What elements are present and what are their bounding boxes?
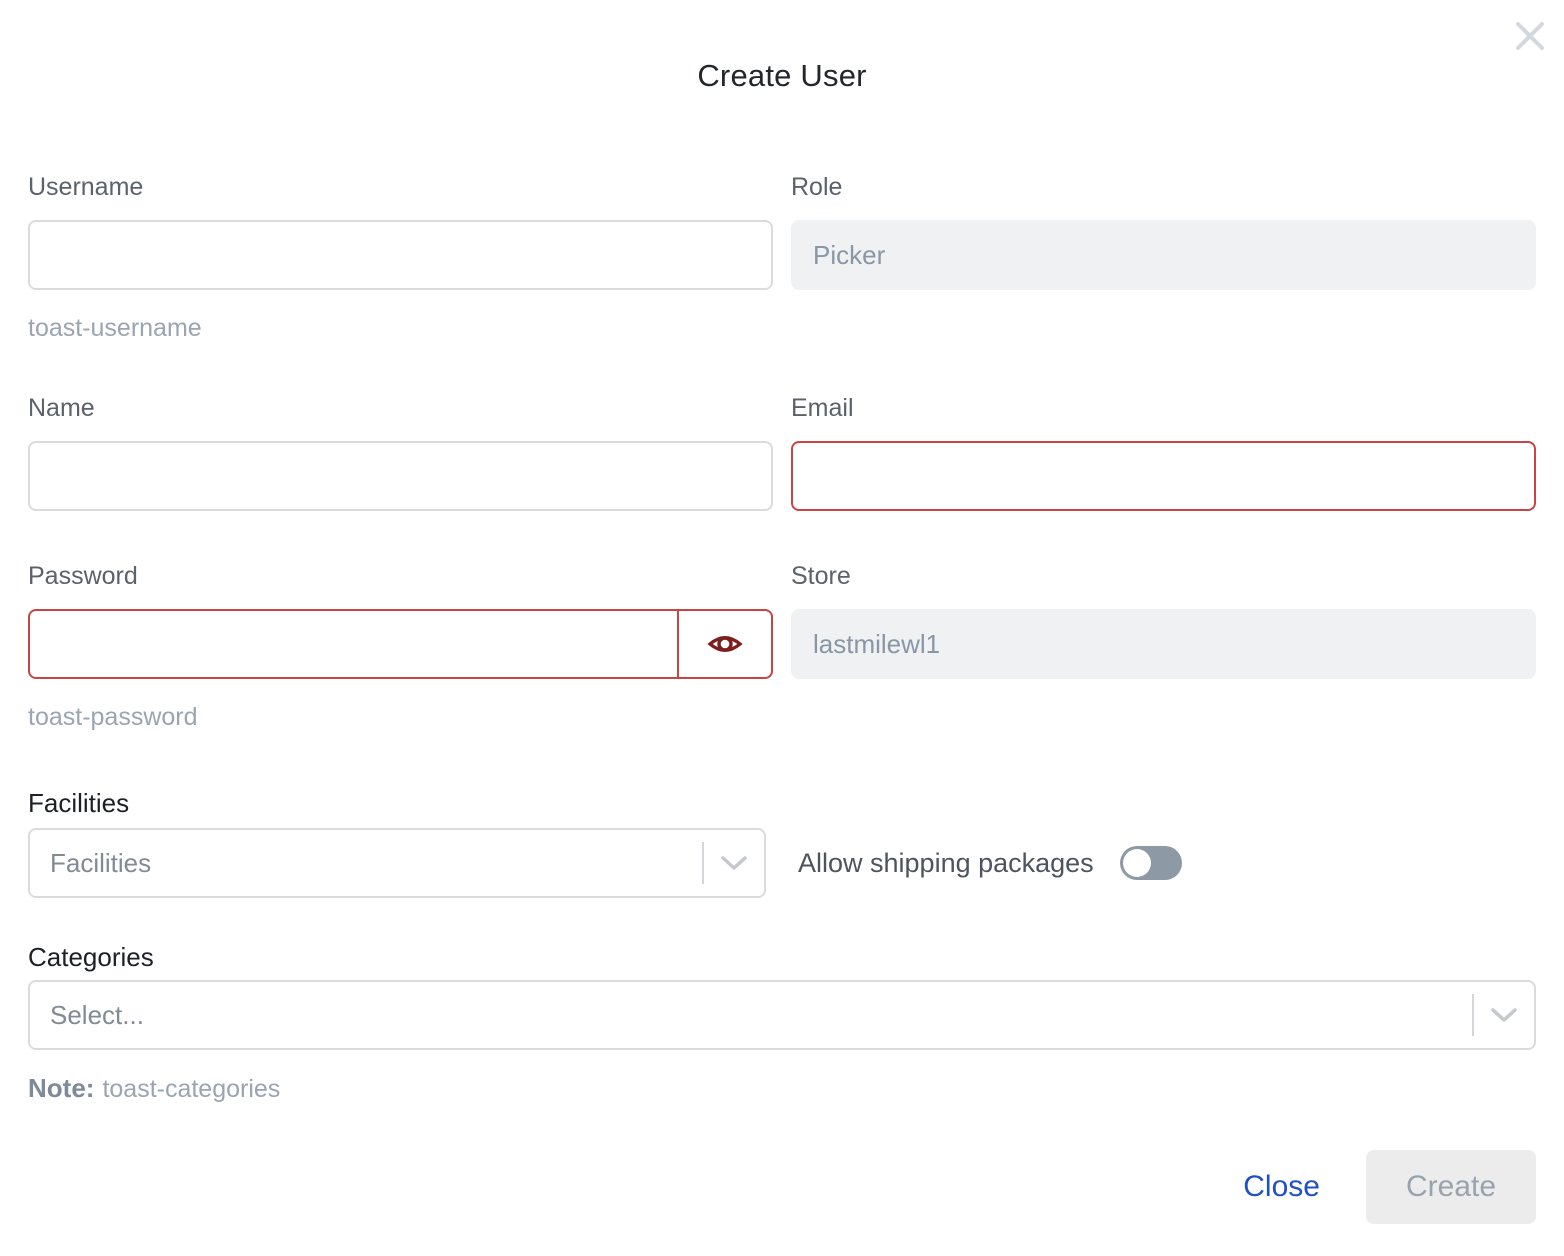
- categories-note: Note: toast-categories: [28, 1073, 1536, 1104]
- row-username-role: Username toast-username Role: [28, 172, 1536, 343]
- row-facilities-shipping: Facilities Allow shipping packages: [28, 788, 1536, 898]
- allow-shipping-toggle[interactable]: [1120, 846, 1182, 880]
- eye-icon: [707, 630, 743, 658]
- note-label: Note:: [28, 1073, 94, 1103]
- facilities-expand-button[interactable]: [704, 830, 764, 896]
- password-input[interactable]: [28, 609, 679, 679]
- categories-select-input[interactable]: [30, 982, 1472, 1048]
- chevron-down-icon: [1489, 1006, 1519, 1024]
- allow-shipping-label: Allow shipping packages: [798, 848, 1094, 879]
- name-label: Name: [28, 393, 773, 423]
- email-label: Email: [791, 393, 1536, 423]
- username-input[interactable]: [28, 220, 773, 290]
- dialog-footer: Close Create: [0, 1150, 1564, 1224]
- username-label: Username: [28, 172, 773, 202]
- name-input[interactable]: [28, 441, 773, 511]
- store-field-group: Store: [791, 561, 1536, 732]
- facilities-field-group: Facilities: [28, 788, 766, 898]
- password-label: Password: [28, 561, 773, 591]
- facilities-select-input[interactable]: [30, 830, 702, 896]
- password-input-group: [28, 609, 773, 679]
- create-user-form: Username toast-username Role Name Email …: [0, 172, 1564, 1104]
- name-field-group: Name: [28, 393, 773, 511]
- facilities-select[interactable]: [28, 828, 766, 898]
- x-mark-icon: [1513, 19, 1547, 53]
- username-field-group: Username toast-username: [28, 172, 773, 343]
- facilities-label: Facilities: [28, 788, 766, 818]
- chevron-down-icon: [719, 854, 749, 872]
- role-field-group: Role: [791, 172, 1536, 343]
- categories-select[interactable]: [28, 980, 1536, 1050]
- password-visibility-button[interactable]: [679, 609, 773, 679]
- create-button[interactable]: Create: [1366, 1150, 1536, 1224]
- row-password-store: Password toast-password Store: [28, 561, 1536, 732]
- dialog-title: Create User: [0, 58, 1564, 94]
- note-text: toast-categories: [102, 1075, 280, 1103]
- username-helper: toast-username: [28, 314, 773, 343]
- close-icon[interactable]: [1508, 14, 1552, 58]
- role-input: [791, 220, 1536, 290]
- password-helper: toast-password: [28, 703, 773, 732]
- store-label: Store: [791, 561, 1536, 591]
- categories-expand-button[interactable]: [1474, 982, 1534, 1048]
- email-field-group: Email: [791, 393, 1536, 511]
- close-button[interactable]: Close: [1243, 1170, 1320, 1204]
- categories-field-group: Categories Note: toast-categories: [28, 942, 1536, 1104]
- row-name-email: Name Email: [28, 393, 1536, 511]
- role-label: Role: [791, 172, 1536, 202]
- toggle-knob: [1123, 849, 1151, 877]
- categories-label: Categories: [28, 942, 154, 972]
- create-user-dialog: Create User Username toast-username Role…: [0, 0, 1564, 1256]
- allow-shipping-group: Allow shipping packages: [784, 828, 1536, 898]
- email-input[interactable]: [791, 441, 1536, 511]
- store-input: [791, 609, 1536, 679]
- password-field-group: Password toast-password: [28, 561, 773, 732]
